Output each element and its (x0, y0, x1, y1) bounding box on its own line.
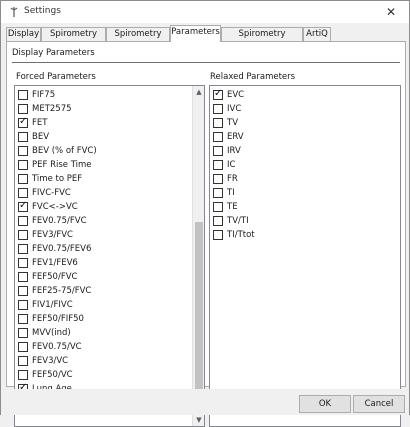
checkbox[interactable] (213, 230, 223, 240)
app-icon (10, 7, 18, 17)
title-bar: Settings ✕ (1, 1, 409, 23)
item-label: FIF75 (32, 90, 56, 100)
checkbox[interactable] (213, 118, 223, 128)
item-label: MVV(ind) (32, 328, 71, 338)
relaxed-parameters-label: Relaxed Parameters (210, 72, 296, 82)
item-label: TI (227, 188, 235, 198)
forced-list-scrollbar[interactable]: ▲ ▼ (192, 86, 204, 426)
cancel-button[interactable]: Cancel (353, 395, 405, 413)
checkbox[interactable] (18, 356, 28, 366)
checkbox[interactable]: ✓ (18, 200, 28, 212)
scroll-up-icon[interactable]: ▲ (193, 86, 204, 98)
checkbox[interactable] (18, 146, 28, 156)
close-icon[interactable]: ✕ (379, 3, 403, 21)
scroll-down-icon[interactable]: ▼ (193, 414, 204, 426)
forced-parameters-label: Forced Parameters (16, 72, 96, 82)
item-label: FEF50/FVC (32, 272, 78, 282)
checkbox[interactable] (18, 286, 28, 296)
checkbox[interactable] (18, 300, 28, 310)
item-label: BEV (% of FVC) (32, 146, 97, 156)
tab-parameters[interactable]: Parameters (170, 25, 221, 42)
item-label: TV/TI (227, 216, 249, 226)
item-label: FEV0.75/VC (32, 342, 82, 352)
checkbox[interactable] (18, 272, 28, 282)
parameters-panel: Display Parameters Forced Parameters Rel… (6, 41, 406, 427)
tab-spirometry-1-2[interactable]: Spirometry 1/2 (41, 27, 106, 52)
item-label: FEF25-75/FVC (32, 286, 92, 296)
checkbox[interactable] (213, 216, 223, 226)
tab-artiq[interactable]: ArtiQ (303, 27, 331, 42)
forced-parameters-list[interactable]: ▲ ▼ FIF75 MET2575 ✓ FET BEV BEV (% of FVC) PEF… (14, 85, 205, 427)
dialog-footer: OK Cancel (1, 389, 409, 415)
checkbox[interactable] (18, 188, 28, 198)
item-label: FET (32, 118, 48, 128)
checkbox[interactable] (18, 104, 28, 114)
item-label: MET2575 (32, 104, 72, 114)
checkbox[interactable] (213, 104, 223, 114)
item-label: FEF50/FIF50 (32, 314, 84, 324)
display-parameters-title: Display Parameters (12, 48, 95, 58)
checkbox[interactable] (213, 188, 223, 198)
checkbox[interactable] (18, 258, 28, 268)
checkbox[interactable] (18, 370, 28, 380)
checkbox[interactable]: ✓ (213, 88, 223, 100)
ok-button[interactable]: OK (299, 395, 351, 413)
item-label: FEV3/FVC (32, 230, 73, 240)
checkbox[interactable] (18, 132, 28, 142)
item-label: PEF Rise Time (32, 160, 92, 170)
checkbox[interactable]: ✓ (18, 116, 28, 128)
checkbox[interactable] (18, 328, 28, 338)
settings-window: Settings ✕ Display Spirometry 1/2 Spirom… (0, 0, 410, 427)
item-label: BEV (32, 132, 50, 142)
checkbox[interactable] (213, 160, 223, 170)
group-divider (12, 62, 400, 63)
item-label: FEV1/FEV6 (32, 258, 78, 268)
item-label: FIVC-FVC (32, 188, 71, 198)
item-label: FIV1/FIVC (32, 300, 73, 310)
checkbox[interactable] (213, 202, 223, 212)
checkbox[interactable] (213, 174, 223, 184)
item-label: TV (227, 118, 239, 128)
item-label: IC (227, 160, 236, 170)
scroll-thumb[interactable] (195, 222, 203, 414)
checkbox[interactable] (18, 90, 28, 100)
checkbox[interactable] (18, 160, 28, 170)
checkmark-icon: ✓ (214, 88, 223, 99)
checkbox[interactable] (18, 174, 28, 184)
item-label: TI/Ttot (227, 230, 255, 240)
item-label: FEV3/VC (32, 356, 69, 366)
checkmark-icon: ✓ (19, 200, 28, 211)
item-label: FEV0.75/FVC (32, 216, 87, 226)
item-label: Time to PEF (32, 174, 83, 184)
item-label: FR (227, 174, 238, 184)
relaxed-parameters-list[interactable]: ✓ EVC IVC TV ERV IRV IC FR TI TE TV/TI TI/Ttot (209, 85, 401, 427)
tab-bar: Display Spirometry 1/2 Spirometry 2/2 Pa… (6, 25, 406, 52)
tab-spirometry-2-2[interactable]: Spirometry 2/2 (106, 27, 170, 52)
checkbox[interactable] (18, 314, 28, 324)
tab-spirometry-printout[interactable]: Spirometry Printout (221, 27, 303, 52)
checkbox[interactable] (213, 132, 223, 142)
checkbox[interactable] (18, 216, 28, 226)
checkmark-icon: ✓ (19, 116, 28, 127)
item-label: EVC (227, 90, 245, 100)
checkbox[interactable] (213, 146, 223, 156)
item-label: ERV (227, 132, 244, 142)
window-title: Settings (24, 6, 61, 16)
item-label: FEV0.75/FEV6 (32, 244, 92, 254)
checkbox[interactable] (18, 342, 28, 352)
checkbox[interactable] (18, 244, 28, 254)
tab-display[interactable]: Display (6, 27, 41, 42)
checkbox[interactable] (18, 230, 28, 240)
item-label: IRV (227, 146, 241, 156)
item-label: IVC (227, 104, 242, 114)
item-label: FVC<->VC (32, 202, 78, 212)
item-label: TE (227, 202, 238, 212)
item-label: FEF50/VC (32, 370, 73, 380)
